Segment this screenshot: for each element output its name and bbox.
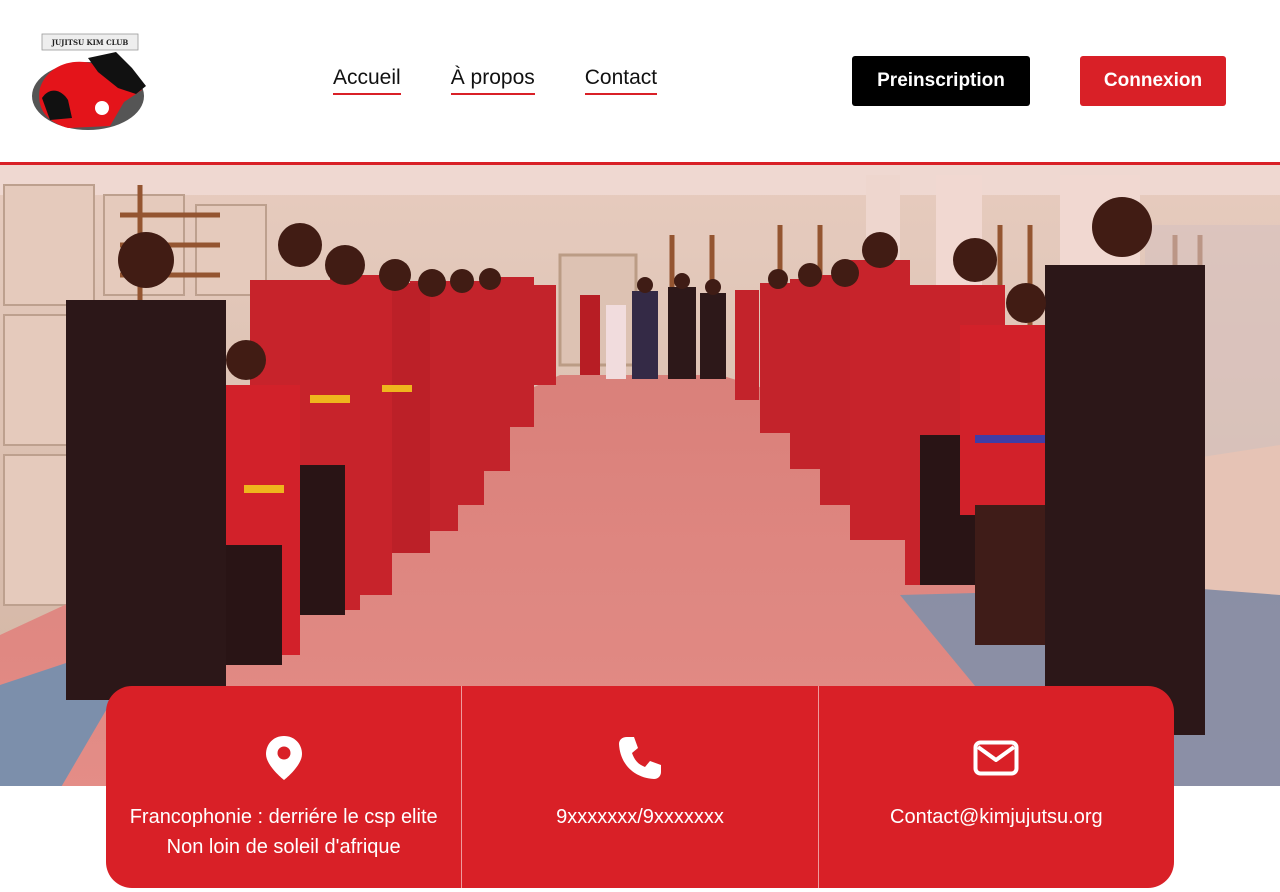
- club-logo[interactable]: JUJITSU KIM CLUB: [28, 28, 152, 132]
- nav-accueil[interactable]: Accueil: [333, 66, 401, 95]
- address-card: Francophonie : derriére le csp elite Non…: [106, 686, 462, 888]
- address-line-1: Francophonie : derriére le csp elite: [129, 806, 438, 828]
- nav-a-propos[interactable]: À propos: [450, 66, 535, 95]
- svg-text:JUJITSU KIM CLUB: JUJITSU KIM CLUB: [51, 38, 129, 47]
- nav-contact[interactable]: Contact: [584, 66, 658, 95]
- connexion-button[interactable]: Connexion: [1080, 56, 1226, 106]
- email-address[interactable]: Contact@kimjujutsu.org: [890, 802, 1103, 832]
- location-pin-icon: [258, 732, 310, 784]
- email-card: Contact@kimjujutsu.org: [817, 686, 1174, 888]
- preinscription-button[interactable]: Preinscription: [852, 56, 1030, 106]
- envelope-icon: [970, 732, 1022, 784]
- phone-number[interactable]: 9xxxxxxx/9xxxxxxx: [556, 802, 724, 832]
- contact-cards: Francophonie : derriére le csp elite Non…: [106, 686, 1174, 888]
- phone-card: 9xxxxxxx/9xxxxxxx: [461, 686, 818, 888]
- site-header: JUJITSU KIM CLUB Accueil À propos Contac…: [0, 0, 1280, 162]
- phone-icon: [614, 732, 666, 784]
- address-line-2: Non loin de soleil d'afrique: [166, 836, 401, 858]
- main-nav: Accueil À propos Contact: [333, 66, 658, 95]
